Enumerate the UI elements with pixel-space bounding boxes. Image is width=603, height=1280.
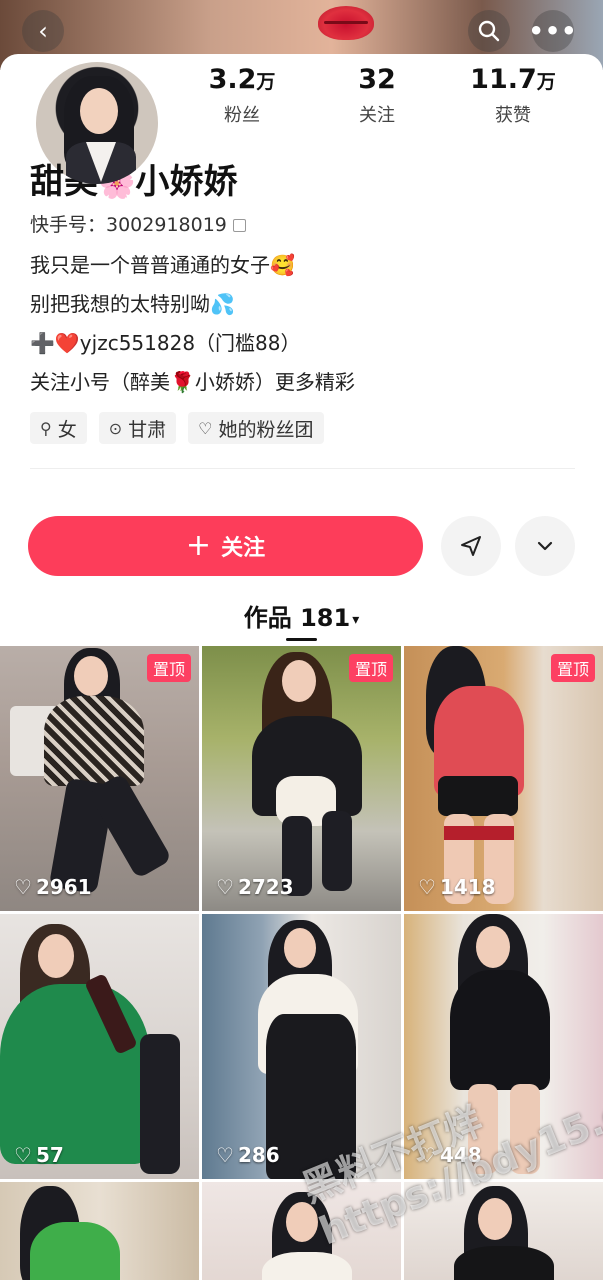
caret-down-icon: ▾ [352,612,360,628]
plus-icon: + [185,528,212,563]
video-thumbnail[interactable]: 置顶 ♡ 1418 [404,646,603,911]
video-thumbnail[interactable]: 置顶 ♡ 2961 [0,646,199,911]
send-message-button[interactable] [441,516,501,576]
banner-photo [318,6,374,40]
tag-label: 女 [57,418,77,441]
tag-label: 她的粉丝团 [218,418,314,441]
tag-gender: ⚲ 女 [30,412,87,444]
fans-label: 粉丝 [224,105,260,126]
like-count-value: 2723 [237,875,294,899]
bio-line: 我只是一个普普通通的女子🥰 [30,253,295,277]
bio-line: ➕❤️yjzc551828（门槛88） [30,331,301,355]
tab-indicator [286,638,317,641]
send-icon [461,536,481,556]
profile-tags: ⚲ 女 ⊙ 甘肃 ♡ 她的粉丝团 [30,412,324,444]
like-count: ♡ 286 [216,1143,280,1167]
like-count: ♡ 1418 [418,875,496,899]
pinned-badge: 置顶 [348,654,393,682]
likes-label: 获赞 [495,105,531,126]
stat-following[interactable]: 32 关注 [327,64,427,127]
bio-line: 别把我想的太特别呦💦 [30,292,235,316]
search-icon [478,20,500,42]
like-count-value: 286 [237,1143,280,1167]
stat-fans[interactable]: 3.2万 粉丝 [192,64,292,127]
tag-label: 甘肃 [128,418,167,441]
pinned-badge: 置顶 [550,654,595,682]
video-thumbnail[interactable] [0,1182,199,1280]
chevron-down-icon [537,541,553,551]
copy-icon[interactable] [232,219,246,232]
follow-button[interactable]: + 关注 [28,516,423,576]
heart-outline-icon: ♡ [216,1143,234,1167]
like-count-value: 1418 [439,875,496,899]
chevron-left-icon: ‹ [38,17,48,45]
divider [30,468,575,469]
pinned-badge: 置顶 [146,654,191,682]
location-pin-icon: ⊙ [108,418,123,438]
more-options-dropdown[interactable] [515,516,575,576]
like-count: ♡ 57 [14,1143,64,1167]
video-thumbnail[interactable]: 置顶 ♡ 2723 [202,646,401,911]
heart-outline-icon: ♡ [14,1143,32,1167]
fans-count: 3.2 [208,64,257,95]
back-button[interactable]: ‹ [22,10,64,52]
bio-line: 关注小号（醉美🌹小娇娇）更多精彩 [30,370,355,394]
heart-outline-icon: ♡ [216,875,234,899]
like-count: ♡ 2961 [14,875,92,899]
kuaishou-id: 快手号：3002918019 [30,210,246,237]
following-count: 32 [358,64,396,95]
heart-outline-icon: ♡ [14,875,32,899]
heart-outline-icon: ♡ [418,875,436,899]
tag-location: ⊙ 甘肃 [98,412,177,444]
stat-likes[interactable]: 11.7万 获赞 [463,64,563,127]
works-tab-label: 作品 181 [243,604,351,632]
following-label: 关注 [359,105,395,126]
fans-unit: 万 [256,71,276,93]
video-thumbnail[interactable]: ♡ 57 [0,914,199,1179]
search-button[interactable] [468,10,510,52]
like-count-value: 57 [35,1143,64,1167]
tab-works[interactable]: 作品 181 ▾ [0,598,603,633]
follow-label: 关注 [221,536,266,561]
likes-unit: 万 [536,71,556,93]
name-part-2: 小娇娇 [135,162,238,202]
tag-fan-club[interactable]: ♡ 她的粉丝团 [188,412,324,444]
gender-female-icon: ⚲ [40,418,52,438]
bio: 我只是一个普普通通的女子🥰 别把我想的太特别呦💦 ➕❤️yjzc551828（门… [30,246,355,402]
likes-count: 11.7 [470,64,537,95]
like-count-value: 2961 [35,875,92,899]
more-button[interactable]: ••• [528,10,577,52]
kuaishou-id-text: 快手号：3002918019 [30,214,227,236]
like-count: ♡ 2723 [216,875,294,899]
heart-outline-icon: ♡ [198,418,213,438]
more-icon: ••• [528,17,578,45]
